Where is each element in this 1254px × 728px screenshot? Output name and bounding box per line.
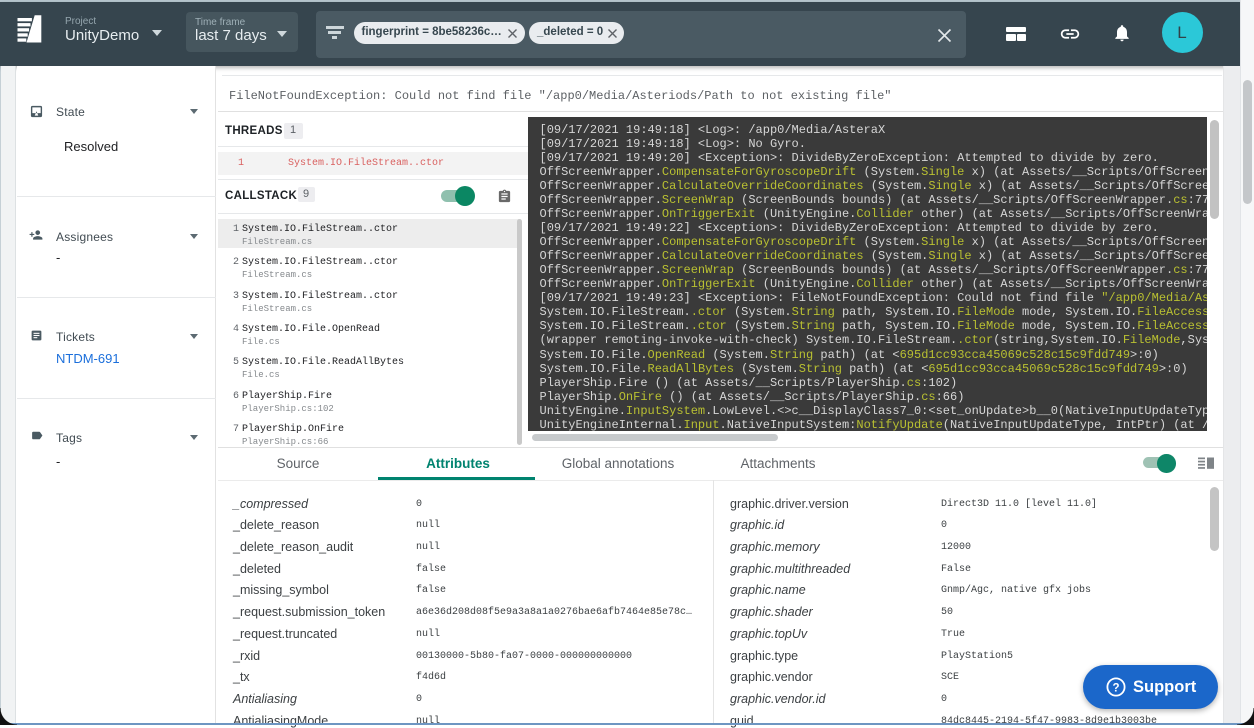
svg-text:?: ? — [1112, 682, 1119, 694]
